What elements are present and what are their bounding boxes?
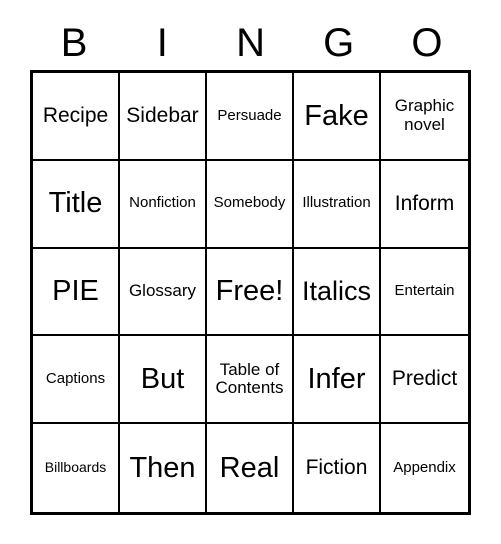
bingo-cell-label: Italics bbox=[301, 276, 372, 307]
bingo-cell-label: Billboards bbox=[44, 459, 107, 476]
bingo-cell-g2[interactable]: Illustration bbox=[294, 160, 381, 249]
bingo-cell-g3[interactable]: Italics bbox=[294, 248, 381, 337]
bingo-cell-o1[interactable]: Graphic novel bbox=[381, 73, 468, 161]
bingo-cell-label: Somebody bbox=[213, 194, 286, 212]
bingo-cell-label: Predict bbox=[391, 367, 458, 391]
bingo-cell-n2[interactable]: Somebody bbox=[207, 160, 294, 249]
bingo-cell-g4[interactable]: Infer bbox=[294, 336, 381, 425]
bingo-cell-label: Graphic novel bbox=[394, 96, 455, 134]
bingo-cell-label: Entertain bbox=[394, 282, 455, 300]
bingo-cell-i3[interactable]: Glossary bbox=[120, 248, 207, 337]
bingo-cell-g5[interactable]: Fiction bbox=[294, 424, 381, 512]
bingo-cell-label: Title bbox=[48, 187, 103, 220]
bingo-cell-label: Free! bbox=[215, 275, 284, 308]
bingo-cell-i4[interactable]: But bbox=[120, 336, 207, 425]
bingo-cell-label: Sidebar bbox=[126, 103, 199, 127]
bingo-cell-label: Inform bbox=[394, 191, 455, 215]
bingo-card: B I N G O Recipe Sidebar Persuade Fake G… bbox=[0, 0, 501, 544]
header-letter-b: B bbox=[60, 21, 88, 65]
bingo-cell-label: But bbox=[140, 362, 185, 395]
bingo-cell-n1[interactable]: Persuade bbox=[207, 73, 294, 161]
bingo-cell-i5[interactable]: Then bbox=[120, 424, 207, 512]
bingo-cell-free-space[interactable]: Free! bbox=[207, 248, 294, 337]
bingo-cell-label: Then bbox=[129, 451, 196, 484]
header-letter-o: O bbox=[411, 21, 443, 65]
bingo-grid: Recipe Sidebar Persuade Fake Graphic nov… bbox=[30, 70, 471, 515]
bingo-cell-label: Nonfiction bbox=[129, 194, 196, 212]
bingo-cell-b2[interactable]: Title bbox=[33, 160, 120, 249]
bingo-cell-label: Real bbox=[219, 451, 280, 484]
bingo-cell-b4[interactable]: Captions bbox=[33, 336, 120, 425]
bingo-cell-label: Captions bbox=[45, 370, 106, 388]
bingo-cell-label: Table of Contents bbox=[215, 359, 284, 398]
bingo-header-row: B I N G O bbox=[30, 16, 471, 70]
bingo-cell-label: Appendix bbox=[393, 458, 456, 476]
bingo-cell-label: Persuade bbox=[217, 106, 282, 124]
bingo-cell-b3[interactable]: PIE bbox=[33, 248, 120, 337]
header-letter-n: N bbox=[236, 21, 265, 65]
bingo-cell-label: PIE bbox=[52, 275, 99, 308]
bingo-cell-i2[interactable]: Nonfiction bbox=[120, 160, 207, 249]
header-letter-g: G bbox=[323, 21, 355, 65]
bingo-cell-i1[interactable]: Sidebar bbox=[120, 73, 207, 161]
bingo-cell-n5[interactable]: Real bbox=[207, 424, 294, 512]
bingo-cell-o5[interactable]: Appendix bbox=[381, 424, 468, 512]
bingo-cell-o3[interactable]: Entertain bbox=[381, 248, 468, 337]
bingo-cell-label: Fiction bbox=[305, 455, 368, 479]
bingo-cell-o2[interactable]: Inform bbox=[381, 160, 468, 249]
bingo-cell-label: Infer bbox=[307, 362, 366, 395]
bingo-cell-g1[interactable]: Fake bbox=[294, 73, 381, 161]
bingo-cell-b5[interactable]: Billboards bbox=[33, 424, 120, 512]
bingo-cell-label: Fake bbox=[304, 99, 369, 132]
bingo-cell-label: Illustration bbox=[302, 194, 371, 212]
bingo-cell-o4[interactable]: Predict bbox=[381, 336, 468, 425]
header-letter-i: I bbox=[156, 21, 168, 65]
bingo-cell-label: Recipe bbox=[42, 103, 109, 127]
bingo-cell-n4[interactable]: Table of Contents bbox=[207, 336, 294, 425]
bingo-cell-label: Glossary bbox=[128, 281, 197, 301]
bingo-cell-b1[interactable]: Recipe bbox=[33, 73, 120, 161]
